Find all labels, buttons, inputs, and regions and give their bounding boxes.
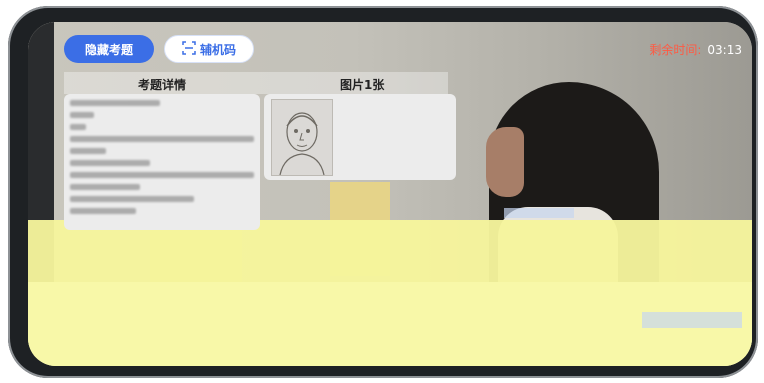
blurred-text-line	[70, 136, 254, 142]
blurred-text-line	[70, 184, 140, 190]
blurred-text-line	[70, 148, 106, 154]
blurred-text-line	[70, 124, 86, 130]
person-face	[486, 127, 524, 197]
question-image-thumbnail[interactable]	[271, 99, 333, 176]
image-count-title: 图片1张	[340, 78, 385, 92]
camera-preview: 隐藏考题 辅机码 剩余时间: 03:13 考题详情 图片1张	[28, 22, 752, 366]
blurred-text-line	[70, 172, 254, 178]
phone-frame: 隐藏考题 辅机码 剩余时间: 03:13 考题详情 图片1张	[8, 6, 758, 378]
blurred-text-line	[70, 112, 94, 118]
remaining-time-label: 剩余时间:	[649, 43, 702, 57]
scan-icon	[182, 40, 196, 58]
panel-header-bar: 考题详情 图片1张	[64, 72, 448, 94]
auxiliary-code-button[interactable]: 辅机码	[164, 35, 254, 63]
blurred-text-line	[70, 160, 150, 166]
hide-questions-label: 隐藏考题	[84, 42, 133, 57]
remaining-time: 剩余时间: 03:13	[649, 41, 742, 58]
question-details-panel[interactable]	[64, 94, 260, 230]
pixel-artifact	[642, 312, 742, 328]
blurred-text-line	[70, 196, 194, 202]
question-details-title: 考题详情	[138, 78, 187, 92]
remaining-time-value: 03:13	[707, 43, 742, 57]
question-image-panel	[264, 94, 456, 180]
pixel-artifact	[504, 208, 574, 218]
auxiliary-code-label: 辅机码	[199, 42, 236, 57]
blurred-text-line	[70, 208, 136, 214]
hide-questions-button[interactable]: 隐藏考题	[64, 35, 154, 63]
blurred-text-line	[70, 100, 160, 106]
